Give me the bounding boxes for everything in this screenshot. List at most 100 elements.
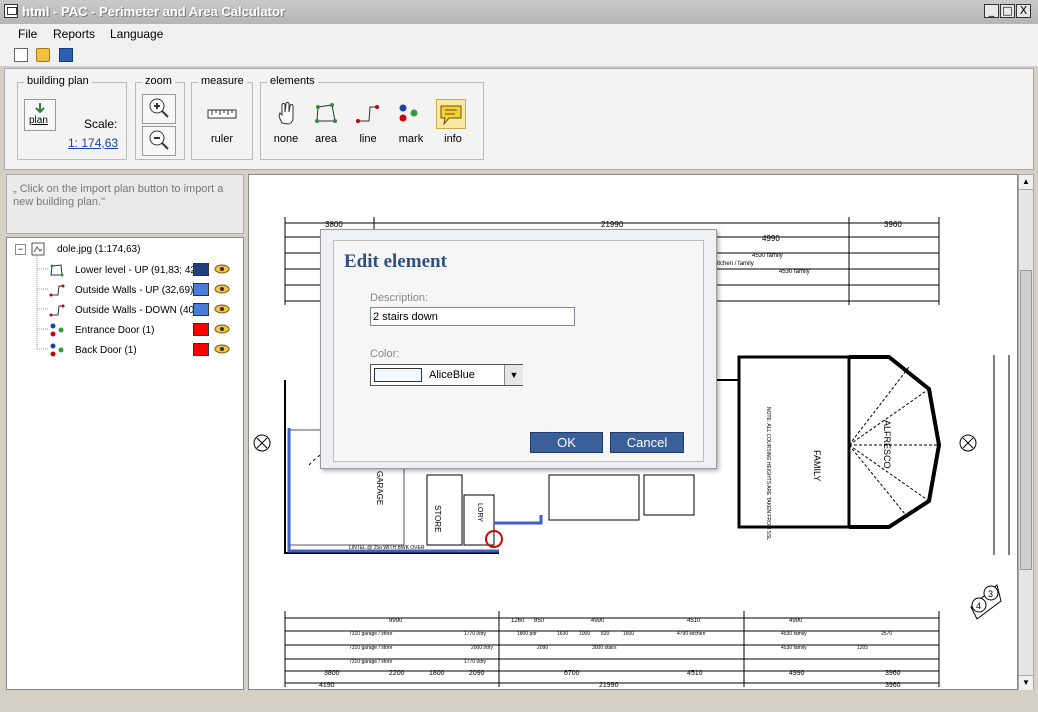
minimize-button[interactable]: _ [984, 4, 999, 18]
color-swatch[interactable] [193, 263, 209, 276]
plan-dim-text: 1600 [623, 631, 634, 637]
maximize-button[interactable]: □ [1000, 4, 1015, 18]
area-polygon-icon [50, 264, 64, 277]
info-tool-button[interactable] [436, 99, 466, 129]
new-file-icon[interactable] [14, 48, 28, 62]
area-polygon-icon[interactable] [313, 101, 339, 127]
sheet-tag-number: 3 [988, 589, 993, 599]
tree-item-outside-walls-down[interactable]: Outside Walls - DOWN (40, [7, 300, 243, 320]
cancel-button[interactable]: Cancel [610, 432, 684, 453]
tool-none-label[interactable]: none [264, 133, 308, 145]
plan-dim-text: 1770 l/dry [464, 631, 486, 637]
zoom-in-button[interactable] [142, 94, 176, 124]
chevron-down-icon[interactable]: ▼ [504, 365, 523, 385]
tree-item-back-door[interactable]: Back Door (1) [7, 340, 243, 360]
line-tool-icon [49, 304, 65, 317]
color-swatch[interactable] [193, 343, 209, 356]
zoom-in-icon [149, 98, 169, 118]
close-button[interactable]: X [1016, 4, 1031, 18]
scroll-thumb[interactable] [1020, 270, 1032, 570]
open-folder-icon[interactable] [36, 48, 50, 62]
scroll-down-arrow-icon[interactable]: ▼ [1019, 675, 1033, 690]
tool-info-label[interactable]: info [431, 133, 475, 145]
tree-item-lower-level[interactable]: Lower level - UP (91,83; 42, [7, 260, 243, 280]
plan-dim-text: 4510 [687, 670, 703, 677]
ribbon: building plan plan Scale: 1: 174,63 zoom… [4, 68, 1034, 170]
hint-box: „ Click on the import plan button to imp… [6, 174, 244, 234]
line-tool-icon [49, 284, 65, 297]
mark-tool-icon[interactable] [397, 101, 423, 127]
room-label-lory: LORY [476, 503, 483, 522]
eye-icon[interactable] [214, 344, 230, 354]
tree-item-entrance-door[interactable]: Entrance Door (1) [7, 320, 243, 340]
plan-dim-text: 1260 [511, 618, 525, 624]
plan-dim-text: 4990 [591, 618, 605, 624]
plan-dim-text: 3960 [885, 670, 901, 677]
group-label-building-plan: building plan [24, 75, 92, 87]
ruler-icon[interactable] [206, 107, 240, 121]
tree-item-label: Outside Walls - UP (32,69) [75, 285, 194, 296]
plan-dim-text: 4190 [319, 682, 335, 689]
tool-area-label[interactable]: area [304, 133, 348, 145]
plan-dim-text: 820 [601, 631, 610, 637]
plan-dim-text: 21990 [599, 682, 619, 689]
plan-dim-text: 4990 [762, 234, 780, 243]
room-label-garage: GARAGE [375, 471, 384, 505]
tree-item-outside-walls-up[interactable]: Outside Walls - UP (32,69) [7, 280, 243, 300]
info-speech-icon [440, 105, 462, 126]
ruler-label[interactable]: ruler [200, 133, 244, 145]
dialog-title: Edit element [344, 251, 447, 272]
scroll-up-arrow-icon[interactable]: ▲ [1019, 175, 1033, 190]
tree-item-label: Outside Walls - DOWN (40, [75, 305, 197, 316]
app-icon [4, 4, 18, 18]
room-label-store: STORE [433, 505, 442, 532]
plan-dim-text: 4530 family [779, 269, 810, 275]
hint-text: „ Click on the import plan button to imp… [13, 183, 224, 208]
plan-dim-text: 3960 [885, 682, 901, 689]
group-label-measure: measure [198, 75, 247, 87]
mark-tool-icon [50, 323, 64, 337]
import-plan-button[interactable]: plan [24, 99, 56, 131]
eye-icon[interactable] [214, 304, 230, 314]
group-zoom: zoom [135, 75, 185, 160]
tool-mark-label[interactable]: mark [389, 133, 433, 145]
description-input[interactable] [370, 307, 575, 326]
menu-language[interactable]: Language [110, 27, 163, 41]
menu-bar: File Reports Language [0, 24, 1038, 44]
eye-icon[interactable] [214, 324, 230, 334]
scale-label: Scale: [84, 117, 118, 131]
zoom-out-button[interactable] [142, 126, 176, 156]
plan-dim-text: 1630 [557, 631, 568, 637]
color-swatch[interactable] [193, 303, 209, 316]
plan-dim-text: 1000 [579, 631, 590, 637]
status-bar [0, 700, 1038, 712]
scale-value-link[interactable]: 1: 174,63 [68, 136, 118, 150]
plan-dim-text: 3800 [324, 670, 340, 677]
ok-button[interactable]: OK [530, 432, 603, 453]
plan-dim-text: 2200 [389, 670, 405, 677]
import-plan-label: plan [29, 115, 48, 126]
zoom-out-icon [149, 130, 169, 150]
color-select[interactable]: AliceBlue ▼ [370, 364, 523, 386]
element-tree: − dole.jpg (1:174,63) Lower level - UP (… [6, 237, 244, 690]
hand-icon[interactable] [273, 101, 299, 127]
save-icon[interactable] [59, 48, 73, 62]
plan-dim-text: 3800 [325, 220, 343, 229]
tree-item-label: Back Door (1) [75, 345, 137, 356]
eye-icon[interactable] [214, 284, 230, 294]
color-swatch[interactable] [193, 283, 209, 296]
plan-dim-text: 4510 [687, 618, 701, 624]
color-swatch[interactable] [193, 323, 209, 336]
tree-item-label: Entrance Door (1) [75, 325, 155, 336]
group-building-plan: building plan plan Scale: 1: 174,63 [17, 75, 127, 160]
plan-dim-text: 3000 stairs [592, 645, 617, 651]
tool-line-label[interactable]: line [346, 133, 390, 145]
tree-item-label: Lower level - UP (91,83; 42, [75, 265, 199, 276]
menu-file[interactable]: File [18, 27, 37, 41]
plan-dim-text: 2000 l/dry [471, 645, 493, 651]
eye-icon[interactable] [214, 264, 230, 274]
menu-reports[interactable]: Reports [53, 27, 95, 41]
vertical-scrollbar[interactable]: ▲ ▼ [1018, 174, 1034, 690]
line-tool-icon[interactable] [355, 101, 381, 127]
window-title: html - PAC - Perimeter and Area Calculat… [22, 4, 285, 19]
